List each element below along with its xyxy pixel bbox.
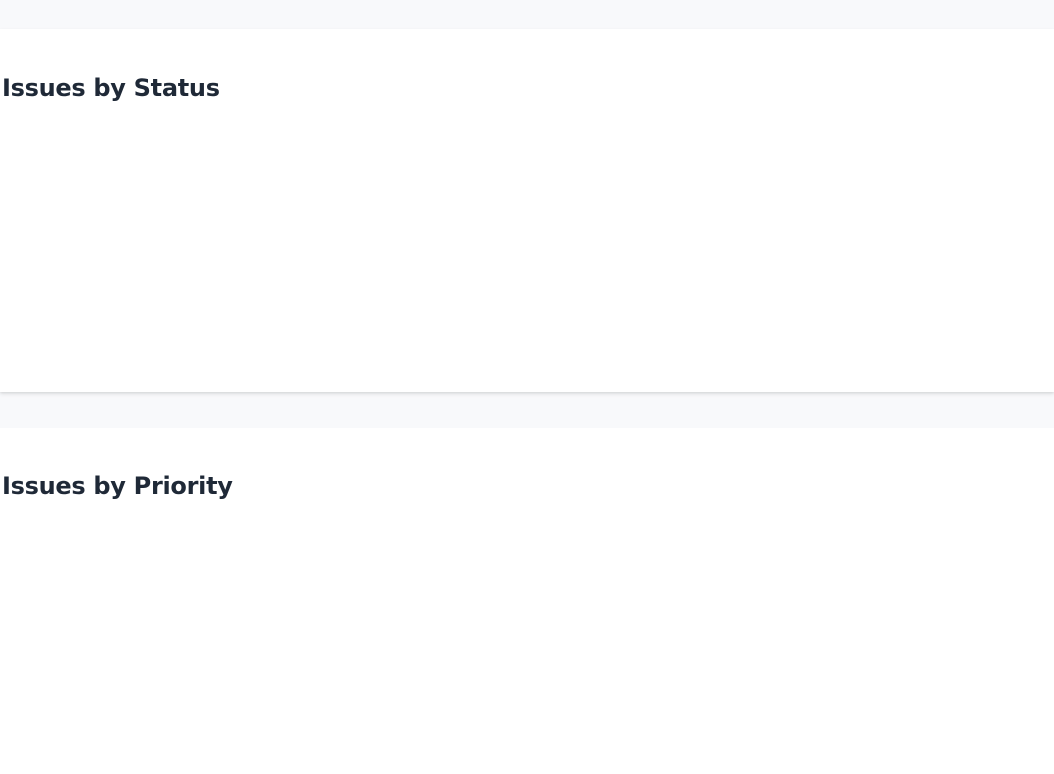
issues-by-status-title: Issues by Status: [2, 74, 220, 102]
issues-by-priority-title: Issues by Priority: [2, 472, 233, 500]
issues-by-priority-card: Issues by Priority: [0, 428, 1054, 774]
issues-by-status-chart-area: [0, 119, 1054, 392]
issues-by-priority-chart-area: [0, 518, 1054, 774]
dashboard-page: Issues by Status Issues by Priority: [0, 0, 1054, 774]
issues-by-status-card: Issues by Status: [0, 29, 1054, 392]
